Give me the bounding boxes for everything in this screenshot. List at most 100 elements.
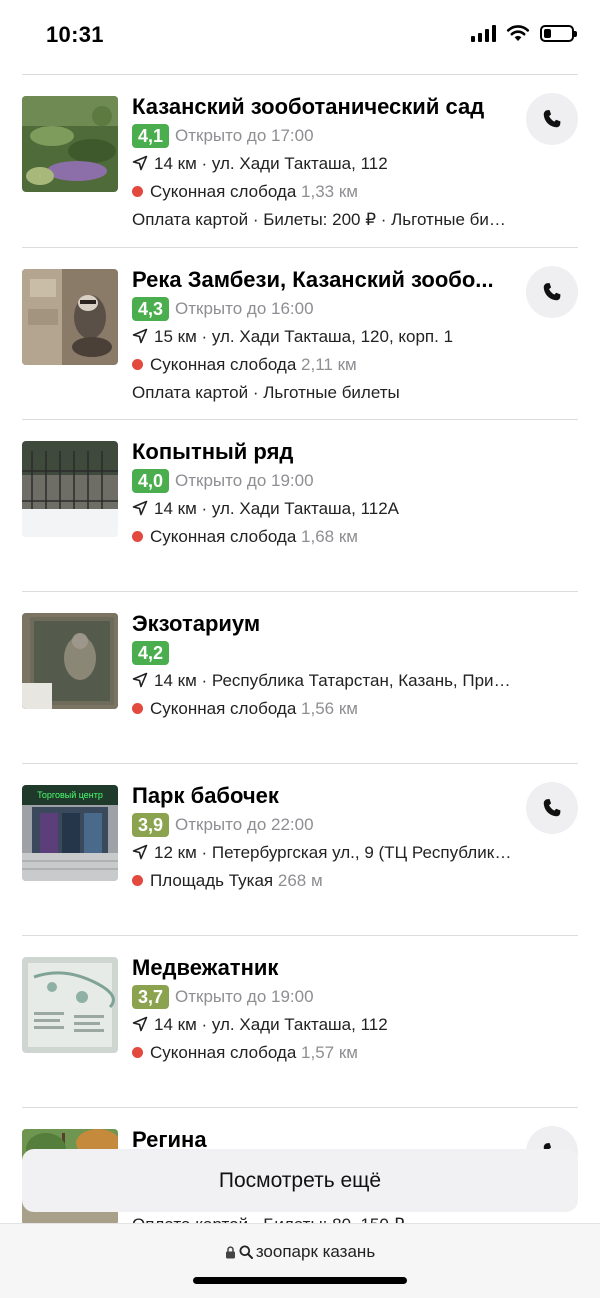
phone-icon (543, 110, 561, 128)
address-text: 12 км · Петербургская ул., 9 (ТЦ Республ… (154, 843, 512, 862)
rating-row: 4,1 Открыто до 17:00 (132, 122, 512, 150)
metro-distance: 1,68 км (301, 527, 358, 546)
battery-level (544, 28, 551, 38)
opening-hours: Открыто до 16:00 (175, 299, 314, 318)
cellular-signal-icon (471, 24, 496, 42)
place-card[interactable]: Торговый центр Парк бабочек 3,9 Открыто до … (22, 763, 578, 935)
metro-distance: 1,57 км (301, 1043, 358, 1062)
status-time: 10:31 (46, 22, 104, 47)
opening-hours: Открыто до 22:00 (175, 815, 314, 834)
place-title[interactable]: Казанский зооботанический сад (132, 93, 512, 121)
address-row: 12 км · Петербургская ул., 9 (ТЦ Республ… (132, 839, 512, 867)
navigation-arrow-icon (132, 500, 148, 516)
place-info: Экзотариум 4,2 14 км · Республика Татарста… (132, 610, 512, 723)
address-text: 14 км · Республика Татарстан, Казань, Пр… (154, 671, 512, 690)
address-row: 14 км · ул. Хади Такташа, 112 (132, 150, 512, 178)
call-button[interactable] (526, 93, 578, 145)
browser-bottom-bar: зоопарк казань (0, 1223, 600, 1298)
garden-photo[interactable] (22, 96, 118, 192)
home-indicator (193, 1277, 407, 1284)
metro-station: Суконная слобода (150, 699, 297, 718)
extra-info: Оплата картой · Льготные билеты (132, 383, 400, 402)
rating-badge: 4,3 (132, 297, 170, 321)
call-button[interactable] (526, 782, 578, 834)
place-info: Река Замбези, Казанский зообо... 4,3 Откры… (132, 266, 512, 407)
place-info: Медвежатник 3,7 Открыто до 19:00 14 км · ул… (132, 954, 512, 1067)
metro-dot-icon (132, 1047, 143, 1058)
window-photo[interactable] (22, 613, 118, 709)
metro-distance: 1,33 км (301, 182, 358, 201)
rating-row: 4,3 Открыто до 16:00 (132, 295, 512, 323)
place-card[interactable]: Копытный ряд 4,0 Открыто до 19:00 14 км · у… (22, 419, 578, 591)
metro-station: Суконная слобода (150, 182, 297, 201)
navigation-arrow-icon (132, 328, 148, 344)
address-row: 15 км · ул. Хади Такташа, 120, корп. 1 (132, 323, 512, 351)
status-bar: 10:31 (0, 0, 600, 72)
place-title[interactable]: Экзотариум (132, 610, 512, 638)
metro-row: Суконная слобода 1,68 км (132, 523, 512, 551)
address-bar[interactable]: зоопарк казань (0, 1242, 600, 1262)
rating-row: 4,2 (132, 639, 512, 667)
metro-row: Суконная слобода 1,57 км (132, 1039, 512, 1067)
lock-icon (225, 1246, 235, 1259)
svg-text:Торговый центр: Торговый центр (37, 790, 103, 800)
place-info: Копытный ряд 4,0 Открыто до 19:00 14 км · у… (132, 438, 512, 551)
rating-badge: 4,0 (132, 469, 170, 493)
metro-station: Суконная слобода (150, 527, 297, 546)
extra-info: Оплата картой · Билеты: 200 ₽ · Льготные… (132, 210, 512, 229)
rating-badge: 4,1 (132, 124, 170, 148)
status-icons (471, 24, 577, 42)
address-row: 14 км · ул. Хади Такташа, 112 (132, 1011, 512, 1039)
place-card[interactable]: Медвежатник 3,7 Открыто до 19:00 14 км · ул… (22, 935, 578, 1107)
rating-row: 3,9 Открыто до 22:00 (132, 811, 512, 839)
rating-row: 3,7 Открыто до 19:00 (132, 983, 512, 1011)
navigation-arrow-icon (132, 672, 148, 688)
metro-distance: 1,56 км (301, 699, 358, 718)
navigation-arrow-icon (132, 844, 148, 860)
metro-dot-icon (132, 703, 143, 714)
metro-row: Суконная слобода 1,56 км (132, 695, 512, 723)
battery-icon (540, 24, 577, 42)
place-title[interactable]: Копытный ряд (132, 438, 512, 466)
metro-row: Площадь Тукая 268 м (132, 867, 512, 895)
opening-hours: Открыто до 19:00 (175, 987, 314, 1006)
phone-icon (543, 799, 561, 817)
call-button[interactable] (526, 266, 578, 318)
metro-distance: 268 м (277, 871, 323, 890)
navigation-arrow-icon (132, 1016, 148, 1032)
phone-icon (543, 283, 561, 301)
address-text: 14 км · ул. Хади Такташа, 112А (154, 499, 400, 518)
mall-entrance-photo[interactable]: Торговый центр (22, 785, 118, 881)
map-board-photo[interactable] (22, 957, 118, 1053)
metro-dot-icon (132, 531, 143, 542)
metro-dot-icon (132, 186, 143, 197)
place-title[interactable]: Медвежатник (132, 954, 512, 982)
rating-row: 4,0 Открыто до 19:00 (132, 467, 512, 495)
place-title[interactable]: Река Замбези, Казанский зообо... (132, 266, 512, 294)
address-row: 14 км · Республика Татарстан, Казань, Пр… (132, 667, 512, 695)
rating-badge: 4,2 (132, 641, 170, 665)
metro-row: Суконная слобода 1,33 км (132, 178, 512, 206)
navigation-arrow-icon (132, 155, 148, 171)
show-more-button[interactable]: Посмотреть ещё (22, 1149, 578, 1212)
metro-station: Площадь Тукая (150, 871, 274, 890)
wifi-icon (506, 25, 530, 41)
address-row: 14 км · ул. Хади Такташа, 112А (132, 495, 512, 523)
opening-hours: Открыто до 17:00 (175, 126, 314, 145)
results-list: Казанский зооботанический сад 4,1 Открыто … (0, 74, 600, 1279)
place-info: Парк бабочек 3,9 Открыто до 22:00 12 км · П… (132, 782, 512, 895)
metro-row: Суконная слобода 2,11 км (132, 351, 512, 379)
metro-distance: 2,11 км (301, 355, 357, 374)
place-info: Казанский зооботанический сад 4,1 Открыто … (132, 93, 512, 234)
place-card[interactable]: Казанский зооботанический сад 4,1 Открыто … (22, 74, 578, 247)
place-card[interactable]: Экзотариум 4,2 14 км · Республика Татарста… (22, 591, 578, 763)
rating-badge: 3,9 (132, 813, 170, 837)
enclosure-photo[interactable] (22, 441, 118, 537)
rating-badge: 3,7 (132, 985, 170, 1009)
place-title[interactable]: Парк бабочек (132, 782, 512, 810)
opening-hours: Открыто до 19:00 (175, 471, 314, 490)
raccoon-photo[interactable] (22, 269, 118, 365)
metro-dot-icon (132, 359, 143, 370)
address-text: 15 км · ул. Хади Такташа, 120, корп. 1 (154, 327, 454, 346)
place-card[interactable]: Река Замбези, Казанский зообо... 4,3 Откры… (22, 247, 578, 419)
